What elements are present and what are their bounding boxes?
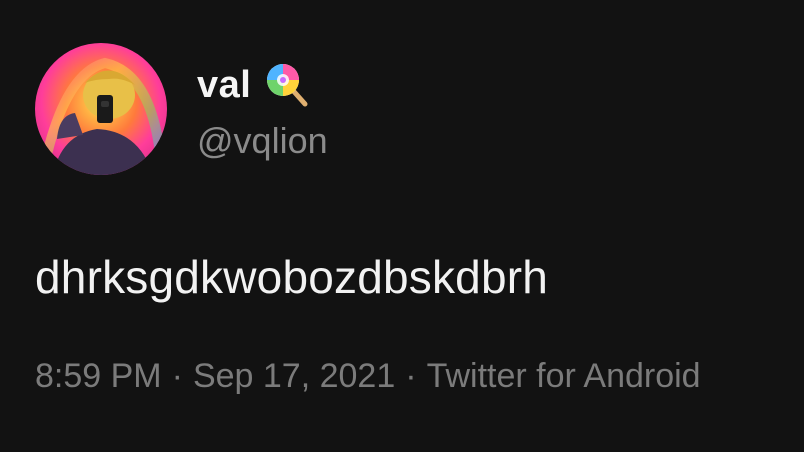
tweet-date[interactable]: Sep 17, 2021: [193, 357, 395, 395]
avatar-photo: [35, 43, 167, 175]
author-name-row: val: [197, 62, 309, 108]
tweet-card: val @vqlion dhrksgdkwobozdbskdbrh 8:59 P…: [0, 0, 804, 452]
display-name[interactable]: val: [197, 64, 251, 107]
tweet-source[interactable]: Twitter for Android: [427, 357, 701, 395]
tweet-time[interactable]: 8:59 PM: [35, 357, 162, 395]
tweet-metadata: 8:59 PM · Sep 17, 2021 · Twitter for Android: [35, 357, 701, 396]
lollipop-icon: [267, 64, 308, 107]
tweet-text: dhrksgdkwobozdbskdbrh: [35, 251, 549, 303]
avatar[interactable]: [35, 43, 167, 175]
meta-separator: ·: [171, 357, 183, 395]
meta-separator: ·: [405, 357, 417, 395]
user-handle[interactable]: @vqlion: [197, 120, 328, 162]
